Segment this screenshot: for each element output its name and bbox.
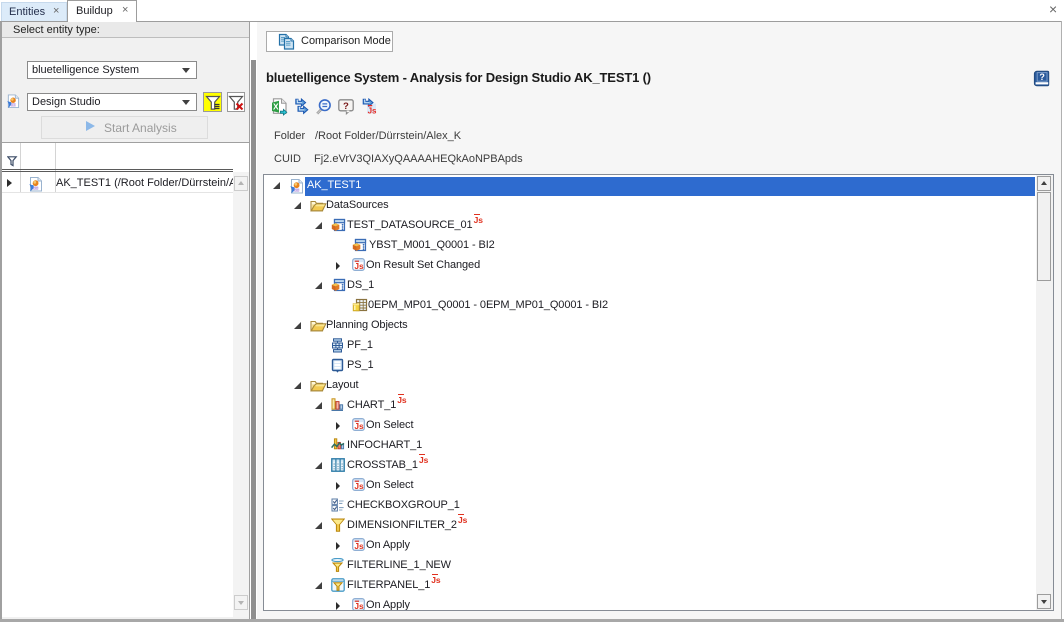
svg-text:Js: Js	[354, 481, 364, 491]
svg-text:Js: Js	[368, 106, 377, 115]
svg-text:?: ?	[1039, 72, 1045, 82]
svg-text:?: ?	[343, 101, 349, 112]
svg-text:X: X	[273, 101, 279, 111]
svg-text:xxx: xxx	[11, 103, 16, 107]
svg-text:xxx: xxx	[34, 186, 39, 190]
svg-text:Js: Js	[354, 421, 364, 431]
svg-text:Js: Js	[354, 601, 364, 611]
svg-text:xxx: xxx	[295, 188, 300, 192]
svg-text:Js: Js	[354, 261, 364, 271]
svg-text:Js: Js	[354, 541, 364, 551]
